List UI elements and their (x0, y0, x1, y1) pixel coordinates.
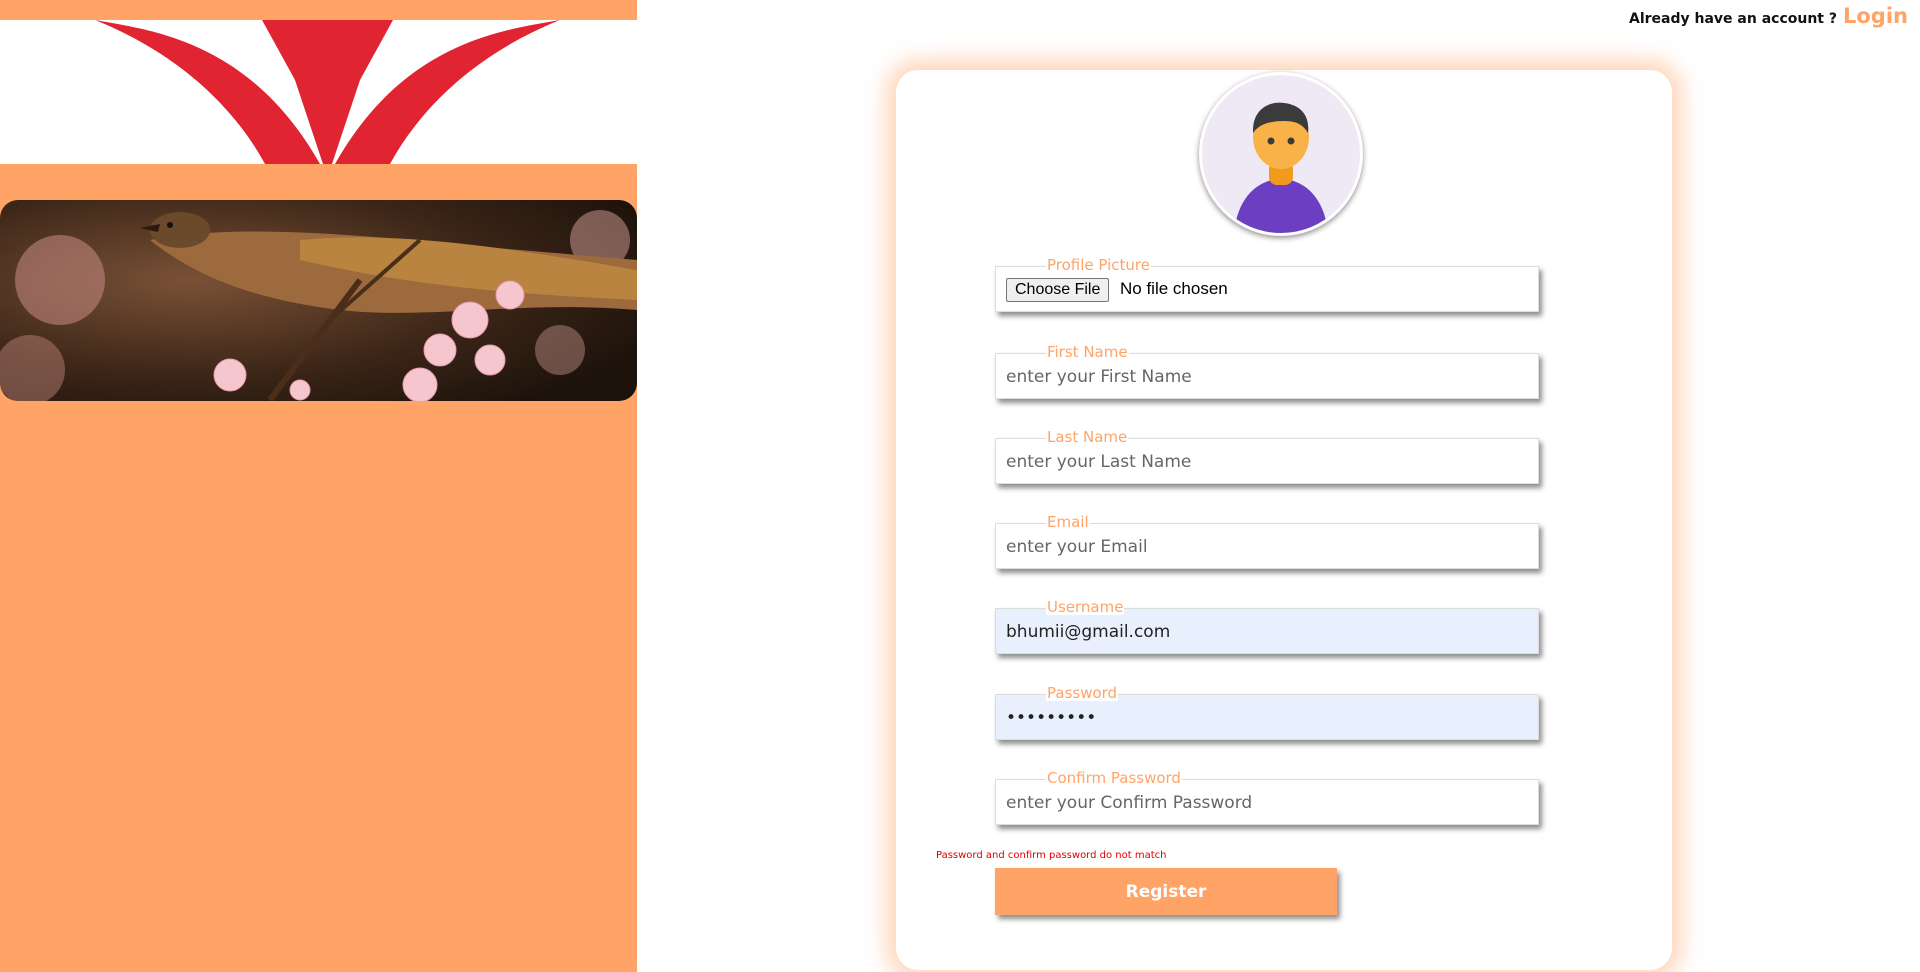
password-input[interactable] (1006, 707, 1526, 729)
profile-picture-field: Profile Picture Choose File No file chos… (995, 257, 1539, 312)
email-input[interactable] (1006, 536, 1526, 558)
last-name-field: Last Name (995, 429, 1539, 484)
profile-picture-label: Profile Picture (1046, 256, 1151, 274)
password-label: Password (1046, 684, 1119, 702)
username-input[interactable] (1006, 621, 1526, 643)
login-prompt-text: Already have an account ? (1629, 11, 1837, 27)
register-button[interactable]: Register (995, 868, 1337, 915)
file-status: No file chosen (1120, 279, 1228, 298)
username-field: Username (995, 599, 1539, 654)
confirm-password-label: Confirm Password (1046, 769, 1182, 787)
password-field: Password (995, 685, 1539, 740)
password-mismatch-error: Password and confirm password do not mat… (936, 850, 1167, 861)
first-name-label: First Name (1046, 343, 1129, 361)
brand-logo (0, 20, 637, 164)
registration-card: Profile Picture Choose File No file chos… (896, 70, 1672, 970)
first-name-field: First Name (995, 344, 1539, 399)
login-prompt: Already have an account ? Login (1629, 4, 1908, 28)
login-link[interactable]: Login (1843, 4, 1908, 28)
confirm-password-field: Confirm Password (995, 770, 1539, 825)
last-name-label: Last Name (1046, 428, 1129, 446)
left-panel (0, 0, 637, 972)
user-avatar-icon (1199, 72, 1363, 236)
bird-photo (0, 200, 637, 401)
logo-graphic (95, 20, 560, 164)
email-field: Email (995, 514, 1539, 569)
username-label: Username (1046, 598, 1125, 616)
first-name-input[interactable] (1006, 366, 1526, 388)
email-label: Email (1046, 513, 1090, 531)
confirm-password-input[interactable] (1006, 792, 1526, 814)
choose-file-button[interactable]: Choose File (1006, 278, 1110, 302)
last-name-input[interactable] (1006, 451, 1526, 473)
